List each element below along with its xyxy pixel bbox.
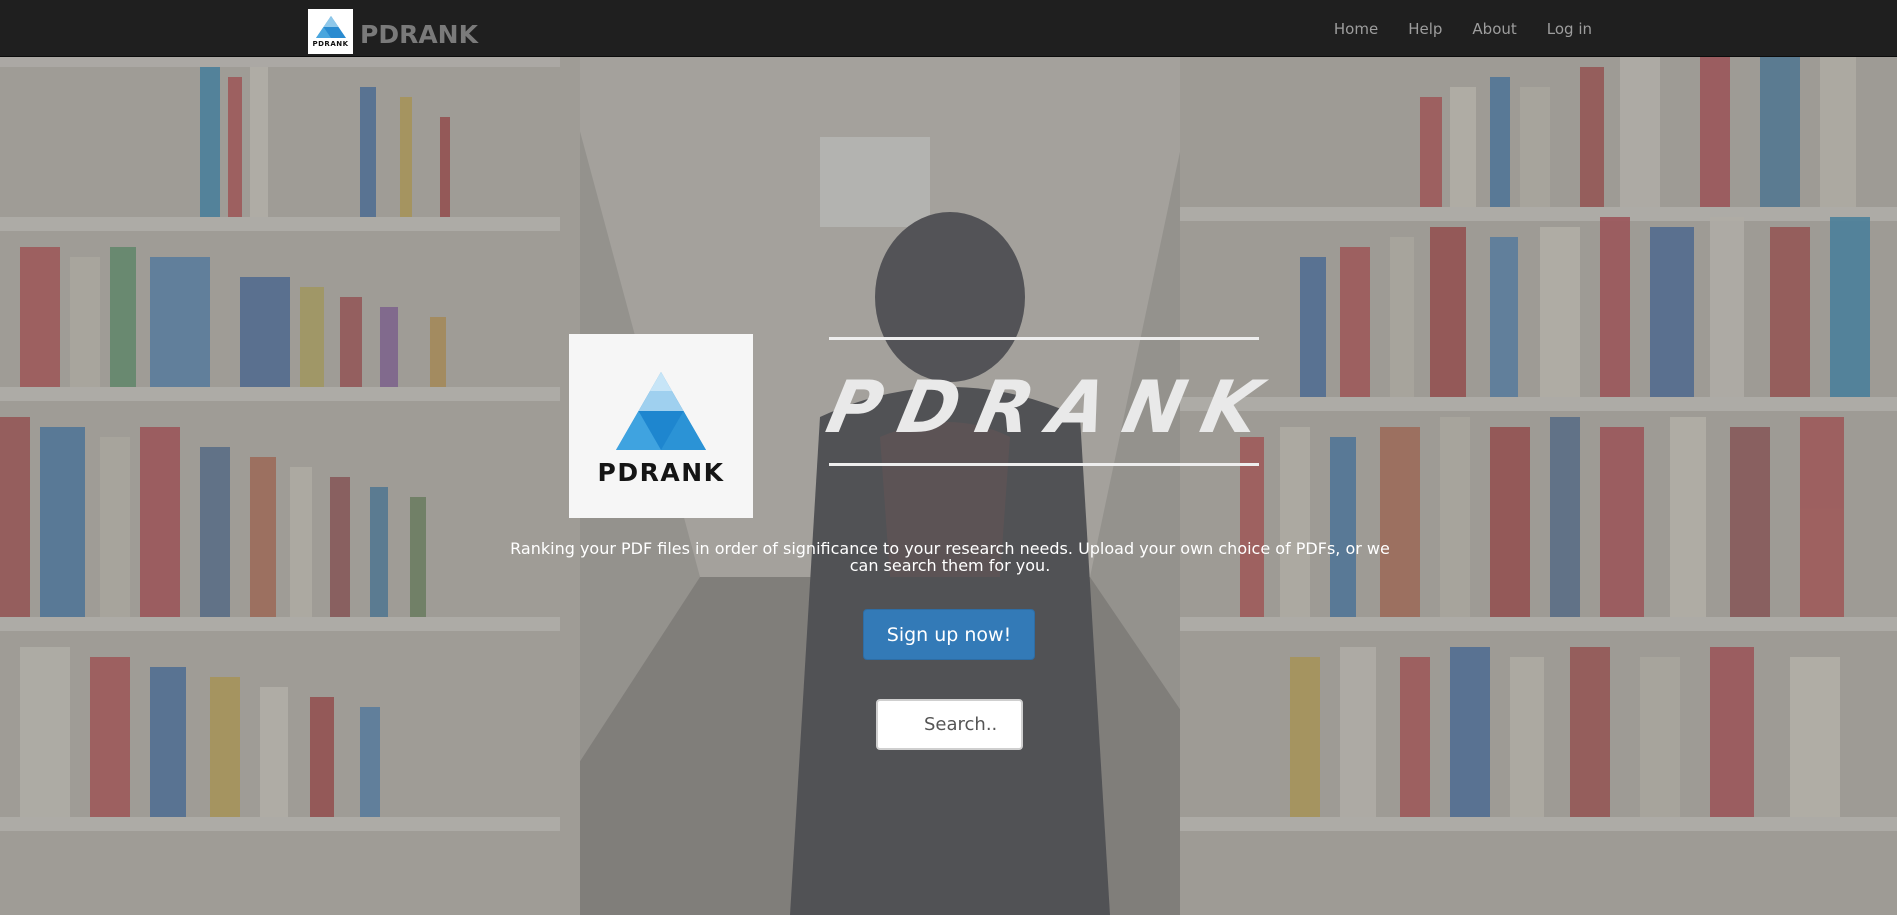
title-top-rule (829, 337, 1259, 340)
nav-about-link[interactable]: About (1472, 20, 1516, 38)
hero-tagline: Ranking your PDF files in order of signi… (510, 539, 1390, 575)
hero-title-block: PDRANK (820, 337, 1286, 466)
nav-help-link[interactable]: Help (1408, 20, 1442, 38)
top-navbar: PDRANK PDRANK Home Help About Log in (0, 0, 1897, 57)
brand-logo-text: PDRANK (312, 39, 349, 48)
hero-logo-text: PDRANK (597, 458, 725, 487)
brand[interactable]: PDRANK PDRANK (308, 9, 478, 54)
brand-name[interactable]: PDRANK (360, 20, 478, 49)
hero-title: PDRANK (820, 365, 1286, 449)
signup-button[interactable]: Sign up now! (863, 609, 1035, 660)
background-dim-overlay (0, 57, 1897, 915)
hero-logo: PDRANK (569, 334, 753, 518)
triangle-logo-icon (616, 372, 706, 450)
nav-login-link[interactable]: Log in (1547, 20, 1592, 38)
nav-home-link[interactable]: Home (1334, 20, 1378, 38)
nav-links: Home Help About Log in (1304, 0, 1592, 57)
search-input[interactable] (876, 699, 1023, 750)
triangle-logo-icon (315, 15, 346, 38)
brand-logo: PDRANK (308, 9, 353, 54)
title-bottom-rule (829, 463, 1259, 466)
